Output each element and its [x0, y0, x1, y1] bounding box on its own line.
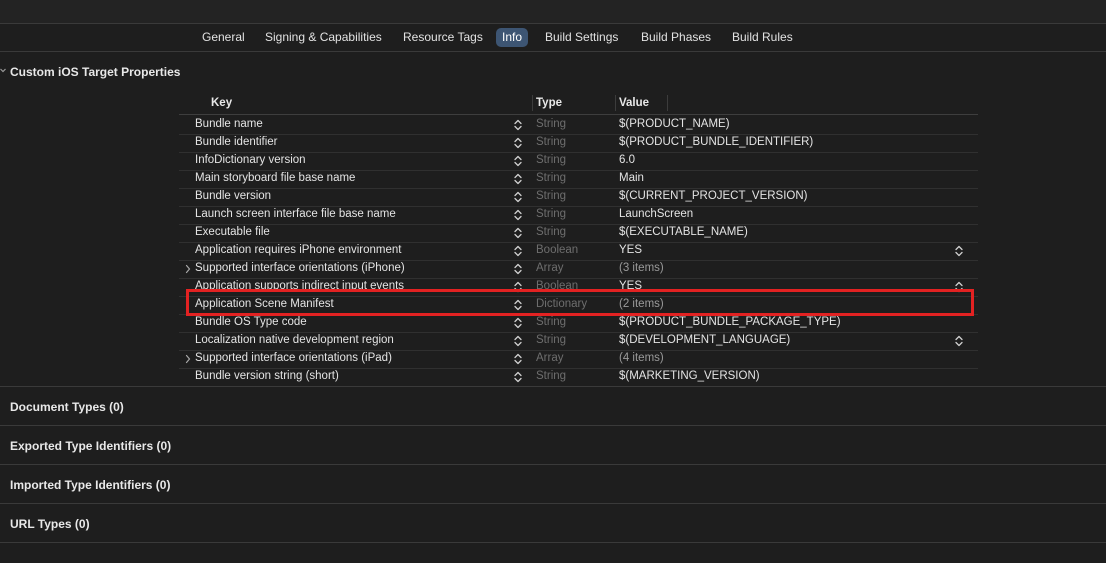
row-type: String — [536, 154, 567, 166]
row-type: String — [536, 118, 567, 130]
row-value[interactable]: $(PRODUCT_BUNDLE_PACKAGE_TYPE) — [619, 316, 841, 328]
table-row[interactable]: InfoDictionary version String 6.0 — [179, 152, 978, 171]
row-type: String — [536, 226, 567, 238]
table-row[interactable]: Localization native development region St… — [179, 332, 978, 351]
table-row[interactable]: Launch screen interface file base name St… — [179, 206, 978, 225]
row-key[interactable]: Supported interface orientations (iPad) — [195, 352, 392, 364]
table-row[interactable]: Application requires iPhone environment B… — [179, 242, 978, 261]
row-key[interactable]: Bundle version — [195, 190, 271, 202]
table-row[interactable]: Bundle version string (short) String $(MAR… — [179, 368, 978, 387]
row-type: String — [536, 172, 567, 184]
row-key[interactable]: Localization native development region — [195, 334, 394, 346]
column-divider — [667, 95, 668, 111]
section-divider — [0, 425, 1106, 426]
row-type: String — [536, 208, 567, 220]
column-divider — [615, 95, 616, 111]
section-document-types[interactable]: Document Types (0) — [10, 400, 124, 414]
table-row[interactable]: Bundle identifier String $(PRODUCT_BUNDLE_… — [179, 134, 978, 153]
chevron-right-icon[interactable] — [184, 352, 192, 366]
row-key[interactable]: Launch screen interface file base name — [195, 208, 396, 220]
row-key[interactable]: Main storyboard file base name — [195, 172, 355, 184]
key-stepper-icon[interactable] — [514, 172, 522, 186]
chevron-right-icon[interactable] — [184, 262, 192, 276]
row-key[interactable]: Bundle name — [195, 118, 263, 130]
row-value[interactable]: $(MARKETING_VERSION) — [619, 370, 760, 382]
row-key[interactable]: Supported interface orientations (iPhone… — [195, 262, 405, 274]
section-divider — [0, 464, 1106, 465]
row-value[interactable]: Main — [619, 172, 644, 184]
row-key[interactable]: Bundle OS Type code — [195, 316, 307, 328]
key-stepper-icon[interactable] — [514, 118, 522, 132]
key-stepper-icon[interactable] — [514, 208, 522, 222]
key-stepper-icon[interactable] — [514, 262, 522, 276]
key-stepper-icon[interactable] — [514, 190, 522, 204]
tab-general[interactable]: General — [196, 28, 251, 47]
column-header-key[interactable]: Key — [211, 97, 232, 109]
row-type: String — [536, 370, 567, 382]
row-value[interactable]: $(DEVELOPMENT_LANGUAGE) — [619, 334, 790, 346]
tab-resource-tags[interactable]: Resource Tags — [397, 28, 489, 47]
editor-tab-bar: General Signing & Capabilities Resource … — [0, 24, 1106, 52]
row-key[interactable]: InfoDictionary version — [195, 154, 306, 166]
table-header: Key Type Value — [179, 93, 978, 115]
key-stepper-icon[interactable] — [514, 226, 522, 240]
row-value[interactable]: (4 items) — [619, 352, 664, 364]
key-stepper-icon[interactable] — [514, 352, 522, 366]
tab-signing-capabilities[interactable]: Signing & Capabilities — [259, 28, 388, 47]
tab-info[interactable]: Info — [496, 28, 529, 47]
section-custom-ios-target-properties[interactable]: Custom iOS Target Properties — [10, 65, 180, 79]
row-type: Boolean — [536, 244, 579, 256]
tab-build-phases[interactable]: Build Phases — [635, 28, 717, 47]
tab-build-rules[interactable]: Build Rules — [726, 28, 799, 47]
key-stepper-icon[interactable] — [514, 334, 522, 348]
row-type: String — [536, 190, 567, 202]
row-value[interactable]: $(PRODUCT_NAME) — [619, 118, 730, 130]
chevron-down-icon[interactable] — [0, 68, 6, 76]
section-imported-type-identifiers[interactable]: Imported Type Identifiers (0) — [10, 478, 170, 492]
section-exported-type-identifiers[interactable]: Exported Type Identifiers (0) — [10, 439, 171, 453]
row-value[interactable]: $(EXECUTABLE_NAME) — [619, 226, 748, 238]
section-url-types[interactable]: URL Types (0) — [10, 517, 90, 531]
table-row[interactable]: Bundle version String $(CURRENT_PROJECT_VE… — [179, 188, 978, 207]
value-stepper-icon[interactable] — [955, 244, 963, 258]
table-row[interactable]: Executable file String $(EXECUTABLE_NAME) — [179, 224, 978, 243]
row-value[interactable]: (3 items) — [619, 262, 664, 274]
row-type: String — [536, 136, 567, 148]
value-stepper-icon[interactable] — [955, 334, 963, 348]
key-stepper-icon[interactable] — [514, 316, 522, 330]
key-stepper-icon[interactable] — [514, 370, 522, 384]
row-value[interactable]: LaunchScreen — [619, 208, 693, 220]
table-row[interactable]: Bundle OS Type code String $(PRODUCT_BUNDL… — [179, 314, 978, 333]
window-top-strip — [0, 0, 1106, 24]
row-key[interactable]: Bundle version string (short) — [195, 370, 339, 382]
table-row[interactable]: Supported interface orientations (iPhone… — [179, 260, 978, 279]
column-divider — [532, 95, 533, 111]
row-type: Array — [536, 352, 564, 364]
row-type: String — [536, 334, 567, 346]
section-divider — [0, 386, 1106, 387]
row-type: Array — [536, 262, 564, 274]
row-type: String — [536, 316, 567, 328]
row-key[interactable]: Executable file — [195, 226, 270, 238]
column-header-value[interactable]: Value — [619, 97, 649, 109]
table-row[interactable]: Supported interface orientations (iPad) A… — [179, 350, 978, 369]
table-row[interactable]: Bundle name String $(PRODUCT_NAME) — [179, 116, 978, 135]
highlight-box — [186, 289, 974, 316]
tab-build-settings[interactable]: Build Settings — [539, 28, 624, 47]
column-header-type[interactable]: Type — [536, 97, 562, 109]
row-value[interactable]: $(CURRENT_PROJECT_VERSION) — [619, 190, 808, 202]
key-stepper-icon[interactable] — [514, 154, 522, 168]
row-value[interactable]: 6.0 — [619, 154, 635, 166]
section-divider — [0, 542, 1106, 543]
row-value[interactable]: $(PRODUCT_BUNDLE_IDENTIFIER) — [619, 136, 813, 148]
row-key[interactable]: Bundle identifier — [195, 136, 277, 148]
row-key[interactable]: Application requires iPhone environment — [195, 244, 401, 256]
section-divider — [0, 503, 1106, 504]
row-value[interactable]: YES — [619, 244, 642, 256]
key-stepper-icon[interactable] — [514, 244, 522, 258]
table-row[interactable]: Main storyboard file base name String Main — [179, 170, 978, 189]
key-stepper-icon[interactable] — [514, 136, 522, 150]
